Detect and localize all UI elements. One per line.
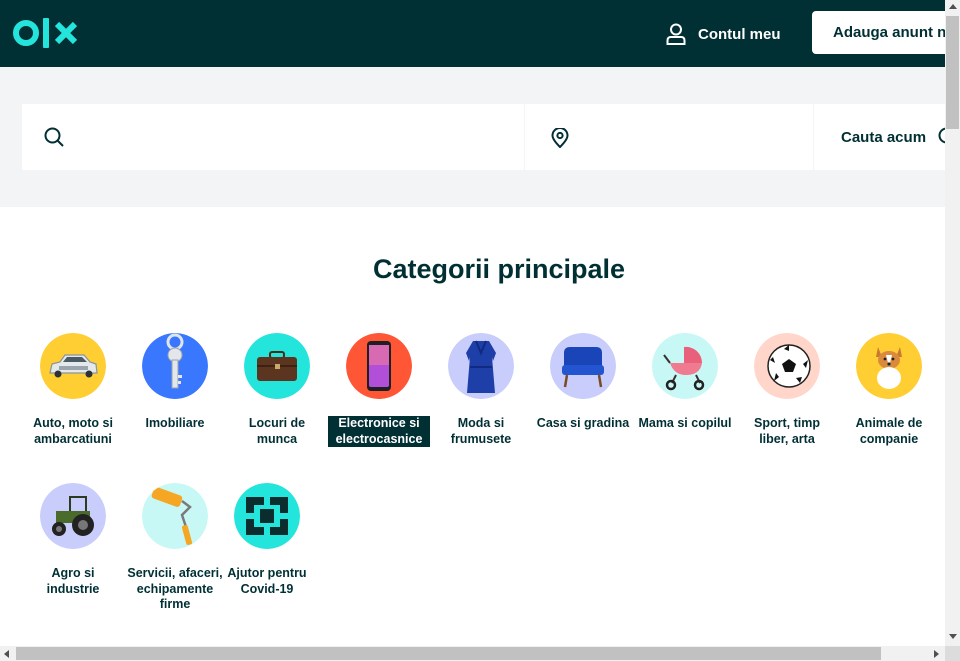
category-moda[interactable]: Moda si frumusete <box>430 333 532 448</box>
post-ad-button[interactable]: Adauga anunt nou <box>812 11 960 54</box>
account-label: Contul meu <box>698 25 781 43</box>
category-electronice[interactable]: Electronice si electrocasnice <box>328 333 430 448</box>
dress-icon <box>448 333 514 399</box>
key-icon <box>142 333 208 399</box>
category-circle <box>40 333 106 399</box>
top-header: Contul meu Adauga anunt nou <box>0 0 960 67</box>
olx-logo[interactable] <box>13 14 81 52</box>
scroll-right-arrow-icon[interactable] <box>934 650 939 658</box>
query-field[interactable] <box>22 104 525 170</box>
helping-hands-icon <box>234 483 300 549</box>
category-circle <box>550 333 616 399</box>
search-submit-button[interactable]: Cauta acum <box>815 104 945 170</box>
section-title: Categorii principale <box>372 254 626 284</box>
search-submit-label: Cauta acum <box>841 128 927 146</box>
search-band: Cauta acum <box>0 67 945 207</box>
category-servicii[interactable]: Servicii, afaceri, echipamente firme <box>124 483 226 613</box>
category-circle <box>40 483 106 549</box>
category-locuri-de-munca[interactable]: Locuri de munca <box>226 333 328 448</box>
category-circle <box>448 333 514 399</box>
scroll-left-arrow-icon[interactable] <box>4 650 9 658</box>
account-menu[interactable]: Contul meu <box>666 22 781 46</box>
armchair-icon <box>550 333 616 399</box>
search-icon <box>44 127 64 147</box>
paint-roller-icon <box>142 483 208 549</box>
category-label: Servicii, afaceri, echipamente firme <box>127 566 223 611</box>
car-icon <box>40 333 106 399</box>
category-animale[interactable]: Animale de companie <box>838 333 940 448</box>
location-field[interactable] <box>526 104 814 170</box>
category-sport[interactable]: Sport, timp liber, arta <box>736 333 838 448</box>
tractor-icon <box>40 483 106 549</box>
category-circle <box>142 333 208 399</box>
category-label: Ajutor pentru Covid-19 <box>227 566 307 596</box>
search-box: Cauta acum <box>22 104 945 170</box>
location-pin-icon <box>551 128 569 148</box>
category-label: Agro si industrie <box>46 566 100 596</box>
category-label: Locuri de munca <box>248 416 306 446</box>
scroll-up-arrow-icon[interactable] <box>949 4 957 9</box>
soccer-ball-icon <box>754 333 820 399</box>
category-agro[interactable]: Agro si industrie <box>22 483 124 598</box>
category-circle <box>244 333 310 399</box>
category-label: Sport, timp liber, arta <box>754 416 820 446</box>
category-circle <box>234 483 300 549</box>
category-circle <box>856 333 922 399</box>
vertical-scroll-thumb[interactable] <box>946 16 959 129</box>
category-mama-copilul[interactable]: Mama si copilul <box>634 333 736 432</box>
search-icon <box>938 127 945 144</box>
category-auto[interactable]: Auto, moto si ambarcatiuni <box>22 333 124 448</box>
category-circle <box>346 333 412 399</box>
scrollbar-corner <box>945 646 960 661</box>
dog-icon <box>856 333 922 399</box>
category-circle <box>754 333 820 399</box>
category-casa[interactable]: Casa si gradina <box>532 333 634 432</box>
category-label: Auto, moto si ambarcatiuni <box>33 416 113 446</box>
user-icon <box>666 23 686 45</box>
category-imobiliare[interactable]: Imobiliare <box>124 333 226 432</box>
briefcase-icon <box>244 333 310 399</box>
stroller-icon <box>652 333 718 399</box>
category-label: Casa si gradina <box>536 416 630 430</box>
horizontal-scrollbar[interactable] <box>0 646 945 661</box>
horizontal-scroll-thumb[interactable] <box>16 647 881 660</box>
category-covid[interactable]: Ajutor pentru Covid-19 <box>216 483 318 598</box>
location-input[interactable] <box>584 104 804 170</box>
search-input[interactable] <box>82 104 512 170</box>
category-label: Imobiliare <box>145 416 205 430</box>
category-circle <box>652 333 718 399</box>
category-label: Animale de companie <box>855 416 923 446</box>
category-label: Mama si copilul <box>638 416 732 430</box>
scroll-down-arrow-icon[interactable] <box>949 634 957 639</box>
smartphone-icon <box>346 333 412 399</box>
category-circle <box>142 483 208 549</box>
vertical-scrollbar[interactable] <box>945 0 960 646</box>
category-label: Electronice si electrocasnice <box>328 416 430 447</box>
category-label: Moda si frumusete <box>450 416 512 446</box>
